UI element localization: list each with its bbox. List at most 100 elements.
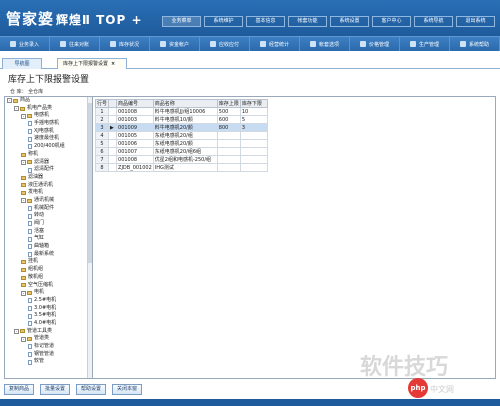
column-header[interactable]: 库存下限 xyxy=(239,99,268,108)
tree-scrollbar[interactable] xyxy=(87,97,92,378)
action-button[interactable]: 关闭本窗 xyxy=(112,384,143,395)
tree-node[interactable]: 滤清配件 xyxy=(5,166,92,174)
tree-node[interactable]: 气缸 xyxy=(5,235,92,243)
cell-lower-limit[interactable] xyxy=(239,147,268,156)
expand-toggle-icon[interactable]: - xyxy=(21,336,26,342)
tab-inventory-alarm[interactable]: 库存上下限报警设置 × xyxy=(57,58,127,69)
cell-upper-limit[interactable] xyxy=(216,163,241,172)
toolbar-label: 库存状况 xyxy=(118,41,139,48)
column-header[interactable]: 行号 xyxy=(94,99,110,108)
category-tree: - 商品 - 机电产品类 - 电感机 手摇电感机 XJ电感机 速度最佳机 200/400机组 称机 -… xyxy=(5,97,93,378)
tree-node[interactable]: 挂机 xyxy=(5,258,92,266)
expand-toggle-icon[interactable]: - xyxy=(21,159,26,165)
expand-toggle-icon[interactable]: - xyxy=(21,290,26,296)
expand-toggle-icon[interactable]: - xyxy=(21,113,26,119)
tree-node[interactable]: 3.5#电机 xyxy=(5,312,92,320)
tree-node[interactable]: 活塞 xyxy=(5,228,92,236)
top-menu-item[interactable]: 帐套功能 xyxy=(288,16,327,27)
column-header[interactable]: 库存上限 xyxy=(216,99,241,108)
tree-node[interactable]: 4.0#电机 xyxy=(5,320,92,328)
tree-node[interactable]: - 电机 xyxy=(5,289,92,297)
tree-node[interactable]: 2.5#电机 xyxy=(5,297,92,305)
tree-node[interactable]: - 电感机 xyxy=(5,112,92,120)
close-icon[interactable]: × xyxy=(111,61,115,67)
expand-toggle-icon[interactable]: - xyxy=(14,106,19,112)
tree-node[interactable]: 标记管道 xyxy=(5,343,92,351)
tree-node[interactable]: 滤油器 xyxy=(5,174,92,182)
tree-node[interactable]: - 管道类 xyxy=(5,335,92,343)
tree-node[interactable]: 称机 xyxy=(5,151,92,159)
table-row[interactable]: 6 001007 东纸电感机20/组6组 xyxy=(94,147,268,156)
tree-node[interactable]: - 商品 xyxy=(5,97,92,105)
action-button[interactable]: 复制商品 xyxy=(4,384,35,395)
table-row[interactable]: 5 001006 东纸电感机20/颜 xyxy=(94,139,268,148)
folder-icon xyxy=(27,198,32,203)
toolbar-button[interactable]: 经营统计 xyxy=(250,37,300,51)
tree-node[interactable]: 手摇电感机 xyxy=(5,120,92,128)
table-row[interactable]: 8 ZJDB_001002 IHG测试 xyxy=(94,163,268,172)
toolbar-button[interactable]: 库存状况 xyxy=(100,37,150,51)
toolbar-button[interactable]: 往来对账 xyxy=(50,37,100,51)
table-row[interactable]: 1 001008 料牛电感机JJ/组10006 500 10 xyxy=(94,107,268,116)
toolbar-button[interactable]: 系统帮助 xyxy=(450,37,500,51)
top-menu-item[interactable]: 业务菜单 xyxy=(162,16,201,27)
column-header[interactable]: 商品编号 xyxy=(116,99,154,108)
action-button[interactable]: 帮助设置 xyxy=(76,384,107,395)
top-menu-item[interactable]: 客户中心 xyxy=(372,16,411,27)
table-row[interactable]: 2 001003 料牛电感机10/颜 600 5 xyxy=(94,115,268,124)
tree-node[interactable]: 转动 xyxy=(5,212,92,220)
cell-upper-limit[interactable] xyxy=(216,131,241,140)
cell-lower-limit[interactable] xyxy=(239,155,268,164)
toolbar-button[interactable]: 应收应付 xyxy=(200,37,250,51)
table-row[interactable]: 4 001005 东纸电感机20/组 xyxy=(94,131,268,140)
toolbar-button[interactable]: 业务录入 xyxy=(0,37,50,51)
cell-lower-limit[interactable]: 3 xyxy=(239,123,268,132)
cell-lower-limit[interactable]: 5 xyxy=(239,115,268,124)
cell-upper-limit[interactable]: 600 xyxy=(216,115,241,124)
cell-lower-limit[interactable] xyxy=(239,131,268,140)
table-row[interactable]: 7 001008 优星2组和电感机-250/组 xyxy=(94,155,268,164)
action-button[interactable]: 批量设置 xyxy=(40,384,71,395)
top-menu-item[interactable]: 系统导航 xyxy=(414,16,453,27)
tree-node-label: 管道类 xyxy=(34,335,50,342)
tree-node[interactable]: 阀门 xyxy=(5,220,92,228)
tree-node[interactable]: 发电机 xyxy=(5,189,92,197)
tree-node[interactable]: 软管 xyxy=(5,358,92,366)
tree-node[interactable]: - 通讯机械 xyxy=(5,197,92,205)
tree-node[interactable]: 空气压缩机 xyxy=(5,282,92,290)
tree-node[interactable]: 散机组 xyxy=(5,274,92,282)
toolbar-button[interactable]: 帐套选项 xyxy=(300,37,350,51)
top-menu-item[interactable]: 系统维护 xyxy=(204,16,243,27)
cell-upper-limit[interactable]: 800 xyxy=(216,123,241,132)
expand-toggle-icon[interactable]: - xyxy=(14,328,19,334)
tree-node[interactable]: 机械配件 xyxy=(5,205,92,213)
top-menu-item[interactable]: 退出系统 xyxy=(456,16,495,27)
tree-node[interactable]: 钢管管道 xyxy=(5,351,92,359)
tree-node[interactable]: 液压通讯机 xyxy=(5,182,92,190)
column-header[interactable] xyxy=(108,99,118,108)
scrollbar-thumb[interactable] xyxy=(88,103,92,263)
cell-upper-limit[interactable] xyxy=(216,155,241,164)
cell-lower-limit[interactable]: 10 xyxy=(239,107,268,116)
tree-node[interactable]: 组机组 xyxy=(5,266,92,274)
cell-upper-limit[interactable] xyxy=(216,147,241,156)
toolbar-button[interactable]: 资金帐户 xyxy=(150,37,200,51)
expand-toggle-icon[interactable]: - xyxy=(7,98,12,104)
cell-lower-limit[interactable] xyxy=(239,163,268,172)
toolbar-button[interactable]: 价格管理 xyxy=(350,37,400,51)
tree-node[interactable]: 速度最佳机 xyxy=(5,135,92,143)
toolbar-button[interactable]: 生产管理 xyxy=(400,37,450,51)
tree-node[interactable]: 200/400机组 xyxy=(5,143,92,151)
column-header[interactable]: 商品名称 xyxy=(152,99,218,108)
top-menu-item[interactable]: 基本信息 xyxy=(246,16,285,27)
status-strip xyxy=(0,399,500,406)
table-row[interactable]: 3 ▶ 001009 料牛电感机20/颜 800 3 xyxy=(94,123,268,132)
tab-home[interactable]: 导航图 xyxy=(2,58,42,69)
cell-lower-limit[interactable] xyxy=(239,139,268,148)
tree-node[interactable]: 曲轴箱 xyxy=(5,243,92,251)
cell-upper-limit[interactable]: 500 xyxy=(216,107,241,116)
top-menu-item[interactable]: 系统设置 xyxy=(330,16,369,27)
expand-toggle-icon[interactable]: - xyxy=(21,198,26,204)
cell-upper-limit[interactable] xyxy=(216,139,241,148)
tree-node[interactable]: 最新系统 xyxy=(5,251,92,259)
